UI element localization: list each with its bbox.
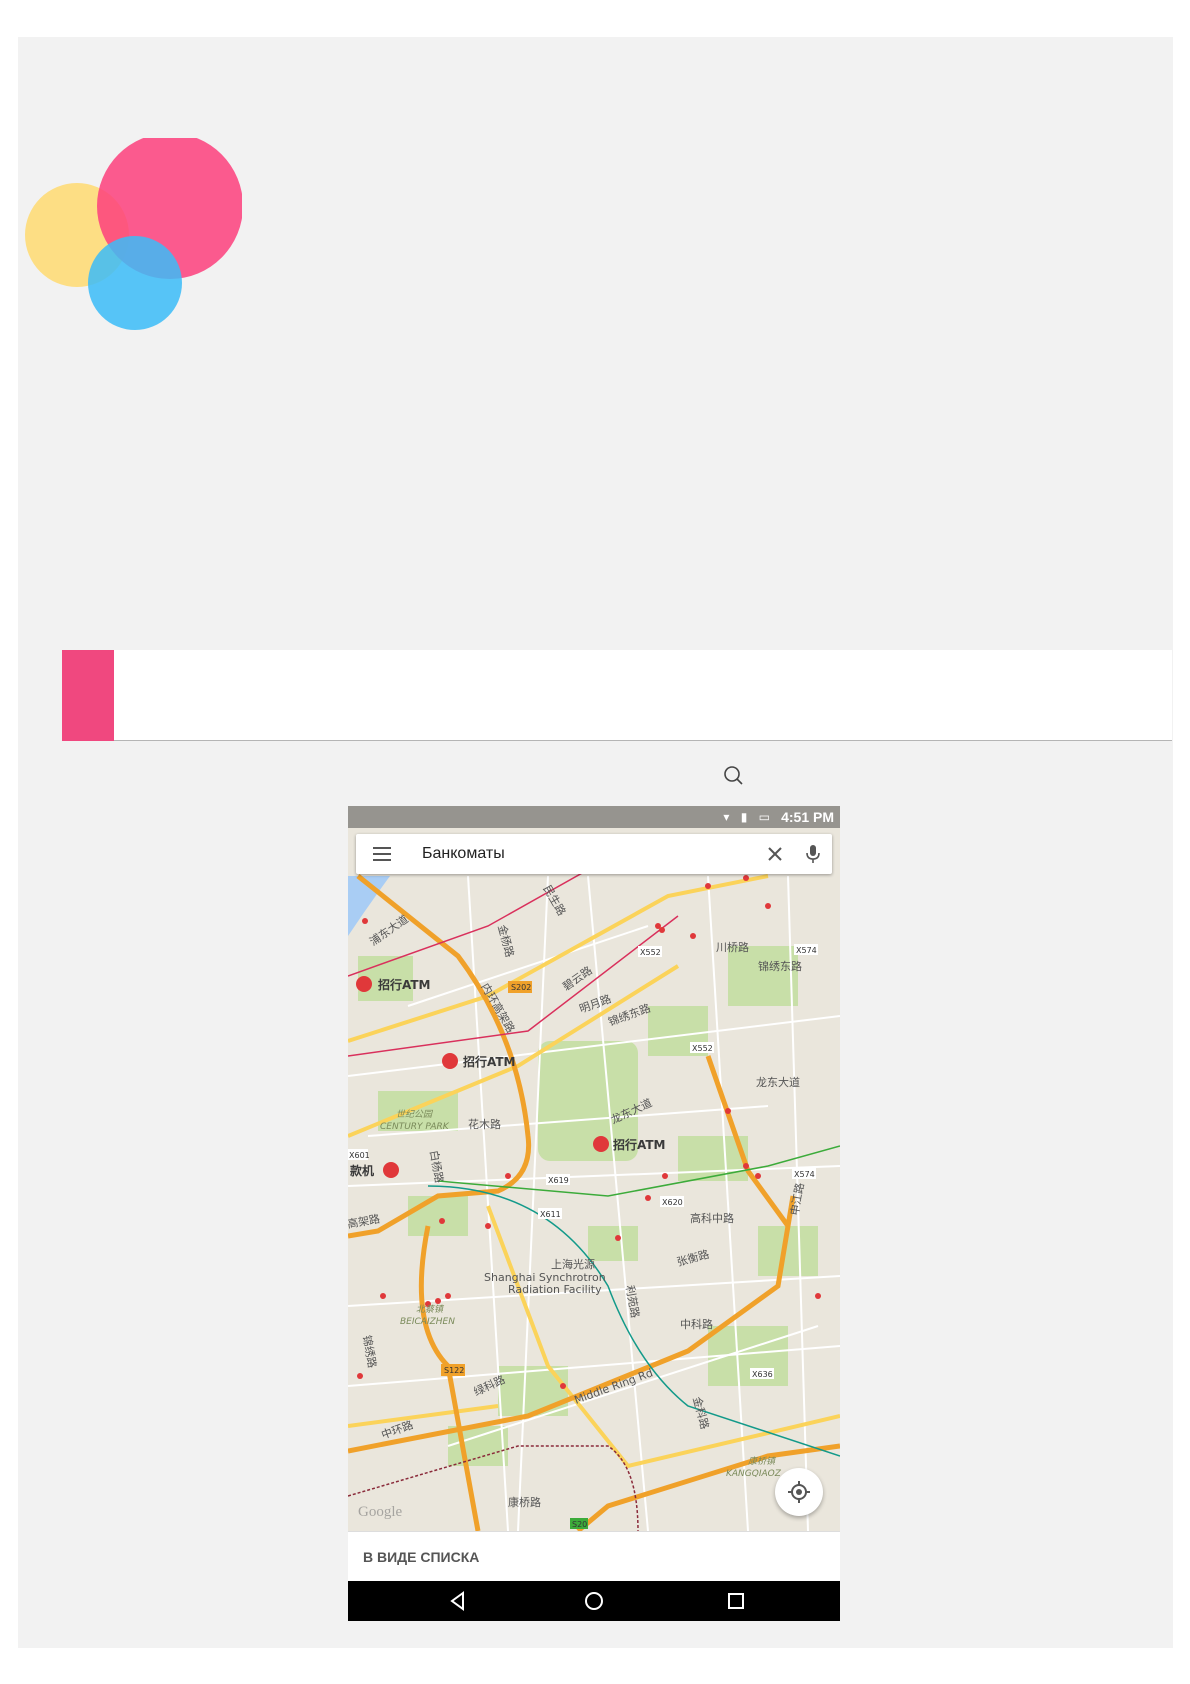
brand-logo-icon [25, 138, 242, 330]
google-attribution: Google [358, 1504, 403, 1520]
map-atm-marker[interactable]: 招行ATM [593, 1136, 665, 1152]
svg-text:S122: S122 [444, 1366, 464, 1375]
chapter-accent-tab [62, 650, 114, 741]
svg-text:Radiation Facility: Radiation Facility [508, 1283, 602, 1296]
svg-text:上海光源: 上海光源 [551, 1257, 595, 1271]
svg-text:S20: S20 [572, 1520, 587, 1529]
svg-text:康桥镇: 康桥镇 [748, 1456, 777, 1467]
microphone-icon[interactable] [802, 842, 824, 866]
my-location-button[interactable] [775, 1468, 823, 1516]
map-atm-marker[interactable]: 招行ATM [442, 1053, 515, 1069]
home-icon[interactable] [582, 1589, 606, 1613]
status-time: 4:51 PM [781, 809, 834, 825]
svg-text:招行ATM: 招行ATM [463, 1054, 515, 1069]
svg-text:X601: X601 [349, 1151, 370, 1160]
svg-text:X552: X552 [640, 948, 661, 957]
svg-text:X552: X552 [692, 1044, 713, 1053]
svg-text:KANGQIAOZ: KANGQIAOZ [726, 1469, 782, 1479]
svg-text:中科路: 中科路 [680, 1317, 713, 1331]
svg-text:世纪公园: 世纪公园 [396, 1109, 434, 1120]
map-view[interactable]: 招行ATM 招行ATM 招行ATM 款机 浦东大道 内环高架路 碧云路 明月路 … [348, 806, 840, 1531]
svg-text:锦绣东路: 锦绣东路 [758, 959, 802, 973]
svg-text:X636: X636 [752, 1370, 773, 1379]
search-icon [724, 766, 743, 785]
svg-text:X611: X611 [540, 1210, 561, 1219]
list-view-label[interactable]: В ВИДЕ СПИСКА [363, 1549, 479, 1565]
svg-text:招行ATM: 招行ATM [613, 1137, 665, 1152]
svg-text:X620: X620 [662, 1198, 683, 1207]
svg-text:龙东大道: 龙东大道 [756, 1075, 800, 1089]
svg-text:花木路: 花木路 [468, 1118, 501, 1131]
search-bar[interactable]: Банкоматы [356, 834, 832, 874]
svg-text:川桥路: 川桥路 [716, 941, 749, 954]
svg-text:X574: X574 [796, 946, 817, 955]
recents-icon[interactable] [724, 1589, 748, 1613]
close-icon[interactable] [762, 841, 788, 867]
svg-text:款机: 款机 [350, 1163, 374, 1178]
svg-text:BEICAIZHEN: BEICAIZHEN [400, 1317, 455, 1327]
navigation-bar [348, 1581, 840, 1621]
svg-text:康桥路: 康桥路 [508, 1495, 541, 1509]
logo-blue-circle [88, 236, 182, 330]
svg-text:招行ATM: 招行ATM [378, 977, 430, 992]
menu-icon[interactable] [373, 847, 391, 861]
svg-text:北蔡镇: 北蔡镇 [416, 1304, 445, 1315]
crosshair-icon [788, 1481, 810, 1503]
svg-text:X574: X574 [794, 1170, 815, 1179]
svg-text:高科中路: 高科中路 [690, 1211, 734, 1225]
status-icons: ▾ ▮ ▭ [723, 810, 774, 824]
svg-text:CENTURY PARK: CENTURY PARK [380, 1122, 450, 1132]
search-input[interactable]: Банкоматы [422, 845, 505, 863]
list-view-bar[interactable]: В ВИДЕ СПИСКА [348, 1531, 840, 1582]
svg-text:S202: S202 [511, 983, 531, 992]
svg-text:X619: X619 [548, 1176, 569, 1185]
back-icon[interactable] [446, 1589, 470, 1613]
map-atm-marker[interactable]: 招行ATM [356, 976, 430, 992]
phone-screenshot: 招行ATM 招行ATM 招行ATM 款机 浦东大道 内环高架路 碧云路 明月路 … [348, 806, 840, 1621]
chapter-heading-band [62, 650, 1172, 741]
status-bar: ▾ ▮ ▭ 4:51 PM [348, 806, 840, 828]
